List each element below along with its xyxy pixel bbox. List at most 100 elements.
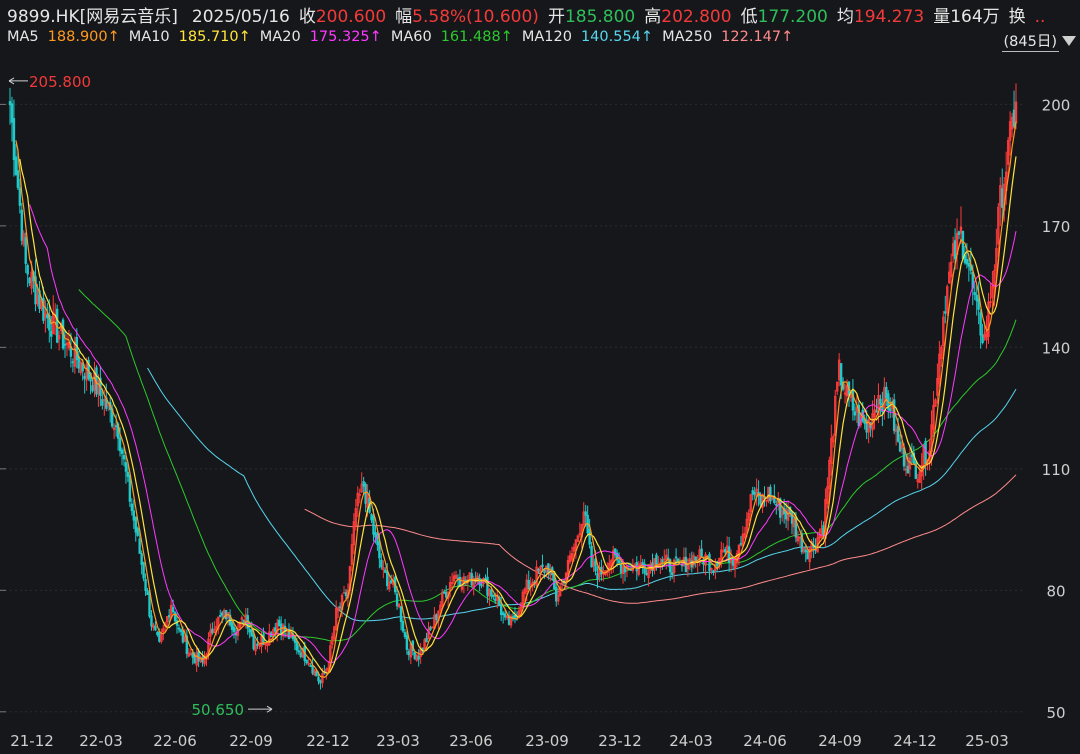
candle-body (906, 465, 910, 474)
ma250-line (304, 474, 1017, 604)
y-tick-label-140: 140 (1042, 339, 1071, 357)
candle-body (277, 619, 281, 627)
candle-body (16, 170, 20, 188)
candle-body (28, 277, 31, 284)
candle-body (134, 516, 137, 533)
candle-body (853, 411, 857, 416)
candle-body (342, 591, 346, 594)
candle-body (14, 156, 18, 176)
candle-body (138, 538, 141, 554)
candle-body (144, 579, 147, 591)
candle-body (676, 558, 680, 561)
candle-body (148, 592, 151, 617)
candlestick-chart[interactable]: 50 80 110 140 170 200 21-12 22-03 22-06 22-09 22-… (0, 0, 1080, 754)
candle-body (219, 614, 222, 617)
candle-body (317, 677, 320, 682)
candle-body (10, 103, 14, 123)
candle-body (961, 230, 965, 259)
candle-body (12, 118, 16, 161)
candle-body (311, 665, 314, 674)
candle-body (973, 292, 976, 295)
candle-body (753, 491, 756, 496)
candle-body (114, 425, 118, 428)
ma5-line (15, 121, 1017, 678)
candle-body (957, 231, 961, 235)
x-tick-label-21-12: 21-12 (10, 732, 54, 750)
ma120-line (147, 367, 1017, 622)
candle-body (101, 399, 104, 406)
candle-body (118, 437, 122, 452)
candle-body (407, 651, 411, 656)
candle-body (892, 399, 896, 432)
candle-body (875, 410, 878, 413)
candle-body (401, 621, 405, 632)
candle-body (295, 640, 299, 651)
candle-body (486, 576, 489, 596)
candle-body (979, 312, 982, 336)
candle-body (338, 606, 342, 609)
candle-body (252, 634, 255, 650)
y-tick-label-50: 50 (1046, 704, 1065, 722)
x-tick-label-22-12: 22-12 (306, 732, 350, 750)
candle-body (8, 101, 12, 106)
candle-body (751, 490, 754, 495)
candle-body (712, 570, 715, 574)
x-tick-label-23-09: 23-09 (525, 732, 569, 750)
candle-body (981, 334, 984, 344)
candle-body (395, 593, 399, 607)
candle-body (494, 598, 497, 602)
candle-body (680, 564, 684, 567)
candle-body (425, 637, 428, 642)
candle-body (503, 613, 507, 618)
candle-body (370, 514, 373, 521)
candle-body (674, 556, 678, 559)
candle-body (177, 627, 181, 630)
candle-body (63, 343, 67, 346)
candle-body (975, 294, 978, 302)
candle-body (804, 549, 807, 553)
candle-body (91, 385, 94, 392)
candle-body (588, 529, 591, 545)
candle-body (769, 486, 772, 502)
candle-body (128, 475, 132, 502)
candle-body (839, 363, 843, 386)
candle-body (417, 655, 420, 660)
candle-body (977, 298, 980, 310)
candle-body (543, 569, 546, 573)
candle-body (299, 652, 302, 658)
candle-body (739, 542, 743, 545)
candle-body (362, 481, 365, 487)
candle-body (1001, 188, 1004, 208)
fast-moving-average-lines (15, 121, 1017, 678)
x-tick-label-25-03: 25-03 (965, 732, 1009, 750)
candle-body (18, 187, 22, 206)
ma60-line (78, 289, 1017, 642)
candle-body (126, 471, 130, 477)
candle-body (211, 628, 214, 634)
x-tick-label-24-09: 24-09 (818, 732, 862, 750)
candle-body (389, 580, 393, 584)
candle-body (444, 591, 448, 598)
x-tick-label-23-12: 23-12 (598, 732, 642, 750)
y-tick-label-110: 110 (1042, 461, 1071, 479)
candle-body (617, 560, 621, 564)
candle-body (790, 511, 794, 524)
candle-body (171, 607, 175, 613)
candle-body (889, 408, 892, 412)
x-tick-label-22-03: 22-03 (79, 732, 123, 750)
candle-body (708, 553, 711, 571)
candle-body (594, 558, 597, 572)
x-tick-label-22-09: 22-09 (229, 732, 273, 750)
candle-body (879, 398, 882, 405)
candle-body (480, 584, 483, 587)
candle-body (403, 632, 407, 637)
candle-body (898, 441, 902, 452)
x-tick-label-22-06: 22-06 (153, 732, 197, 750)
x-tick-label-23-03: 23-03 (376, 732, 420, 750)
candle-body (75, 337, 79, 361)
candle-body (122, 455, 126, 460)
date-axis: 21-12 22-03 22-06 22-09 22-12 23-03 23-06 23-09… (10, 732, 1009, 750)
candle-body (775, 503, 778, 506)
candle-body (71, 361, 75, 364)
candle-body (83, 375, 86, 379)
